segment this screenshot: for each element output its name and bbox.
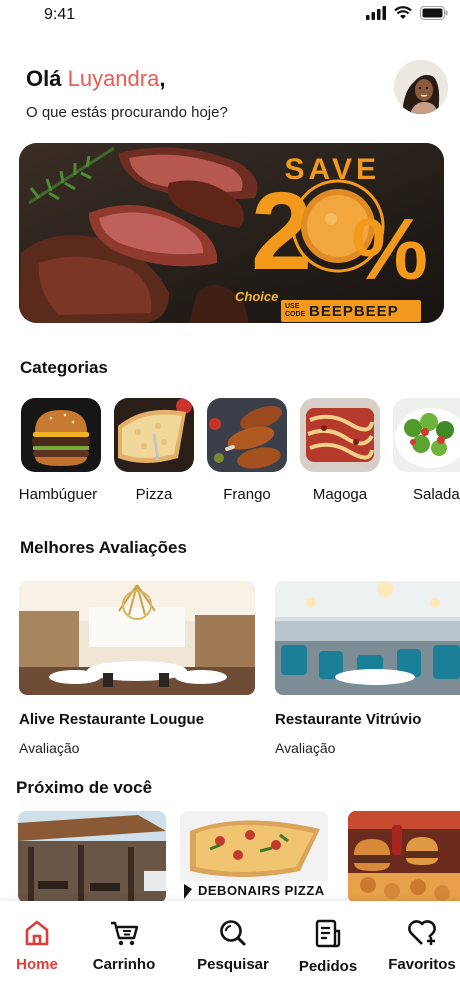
restaurant-photo xyxy=(19,581,255,695)
salad-image xyxy=(393,398,460,472)
promo-banner[interactable]: SAVE 2 % Choice USE CODE BEEPBEEP xyxy=(19,143,444,323)
nav-cart[interactable]: Carrinho xyxy=(92,919,156,973)
chicken-image xyxy=(207,398,287,472)
greeting-hello: Olá xyxy=(26,66,62,91)
restaurant-card[interactable]: Restaurante Vitrúvio Avaliação xyxy=(275,581,460,756)
category-pizza[interactable]: Pizza xyxy=(114,398,194,503)
search-icon xyxy=(220,920,246,946)
nearby-card[interactable] xyxy=(18,811,166,903)
nav-label: Carrinho xyxy=(92,956,156,973)
signal-icon xyxy=(366,6,386,20)
greeting-subtitle: O que estás procurando hoje? xyxy=(26,104,228,121)
nearby-card[interactable]: DEBONAIRS PIZZA xyxy=(180,811,328,903)
promo-code-box: USE CODE BEEPBEEP xyxy=(281,300,421,322)
restaurant-rating: Avaliação xyxy=(275,740,336,756)
orders-icon xyxy=(315,919,341,948)
cart-icon xyxy=(111,921,139,946)
battery-icon xyxy=(420,6,448,20)
magoga-image xyxy=(300,398,380,472)
category-magoga[interactable]: Magoga xyxy=(300,398,380,503)
greeting-title: Olá Luyandra, xyxy=(26,66,165,92)
category-label: Magoga xyxy=(312,486,368,503)
nav-label: Pesquisar xyxy=(197,956,269,973)
nav-label: Home xyxy=(16,956,58,973)
categories-title: Categorias xyxy=(20,358,108,377)
nearby-title: Próximo de você xyxy=(16,778,153,797)
category-label: Pizza xyxy=(135,486,173,503)
restaurant-name: Restaurante Vitrúvio xyxy=(275,711,422,728)
nearby-card[interactable] xyxy=(348,811,460,903)
use-code-label: USE CODE xyxy=(285,303,306,318)
banner-percent: % xyxy=(351,202,428,298)
restaurant-card[interactable]: Alive Restaurante Lougue Avaliação xyxy=(19,581,255,756)
greeting-comma: , xyxy=(159,66,166,91)
restaurant-rating: Avaliação xyxy=(19,740,80,756)
category-label: Hambúguer xyxy=(18,486,98,503)
brand-label: DEBONAIRS PIZZA xyxy=(198,883,325,898)
restaurant-name: Alive Restaurante Lougue xyxy=(19,711,205,728)
nav-label: Favoritos xyxy=(388,956,456,973)
banner-choice-logo: Choice xyxy=(235,289,279,304)
nav-orders[interactable]: Pedidos xyxy=(298,919,358,975)
category-label: Frango xyxy=(223,486,271,503)
avatar[interactable] xyxy=(394,60,448,114)
nav-label: Pedidos xyxy=(298,958,358,975)
bottom-navigation: Home Carrinho Pesquisar Pedidos Favorito… xyxy=(0,901,460,1000)
nav-favorites[interactable]: Favoritos xyxy=(386,919,458,973)
nav-home[interactable]: Home xyxy=(16,919,58,973)
promo-code: BEEPBEEP xyxy=(309,302,399,320)
user-name: Luyandra xyxy=(67,66,160,91)
category-salad[interactable]: Salada xyxy=(393,398,460,503)
pizza-image xyxy=(114,398,194,472)
nav-search[interactable]: Pesquisar xyxy=(196,919,270,973)
status-time: 9:41 xyxy=(44,6,76,23)
burger-image xyxy=(21,398,101,472)
home-icon xyxy=(25,920,49,946)
category-burger[interactable]: Hambúguer xyxy=(19,398,101,503)
top-rated-title: Melhores Avaliações xyxy=(20,538,187,557)
wifi-icon xyxy=(394,6,412,19)
category-label: Salada xyxy=(413,486,460,503)
category-chicken[interactable]: Frango xyxy=(207,398,287,503)
restaurant-photo xyxy=(275,581,460,695)
favorites-icon xyxy=(408,920,436,945)
status-icons xyxy=(366,6,448,20)
